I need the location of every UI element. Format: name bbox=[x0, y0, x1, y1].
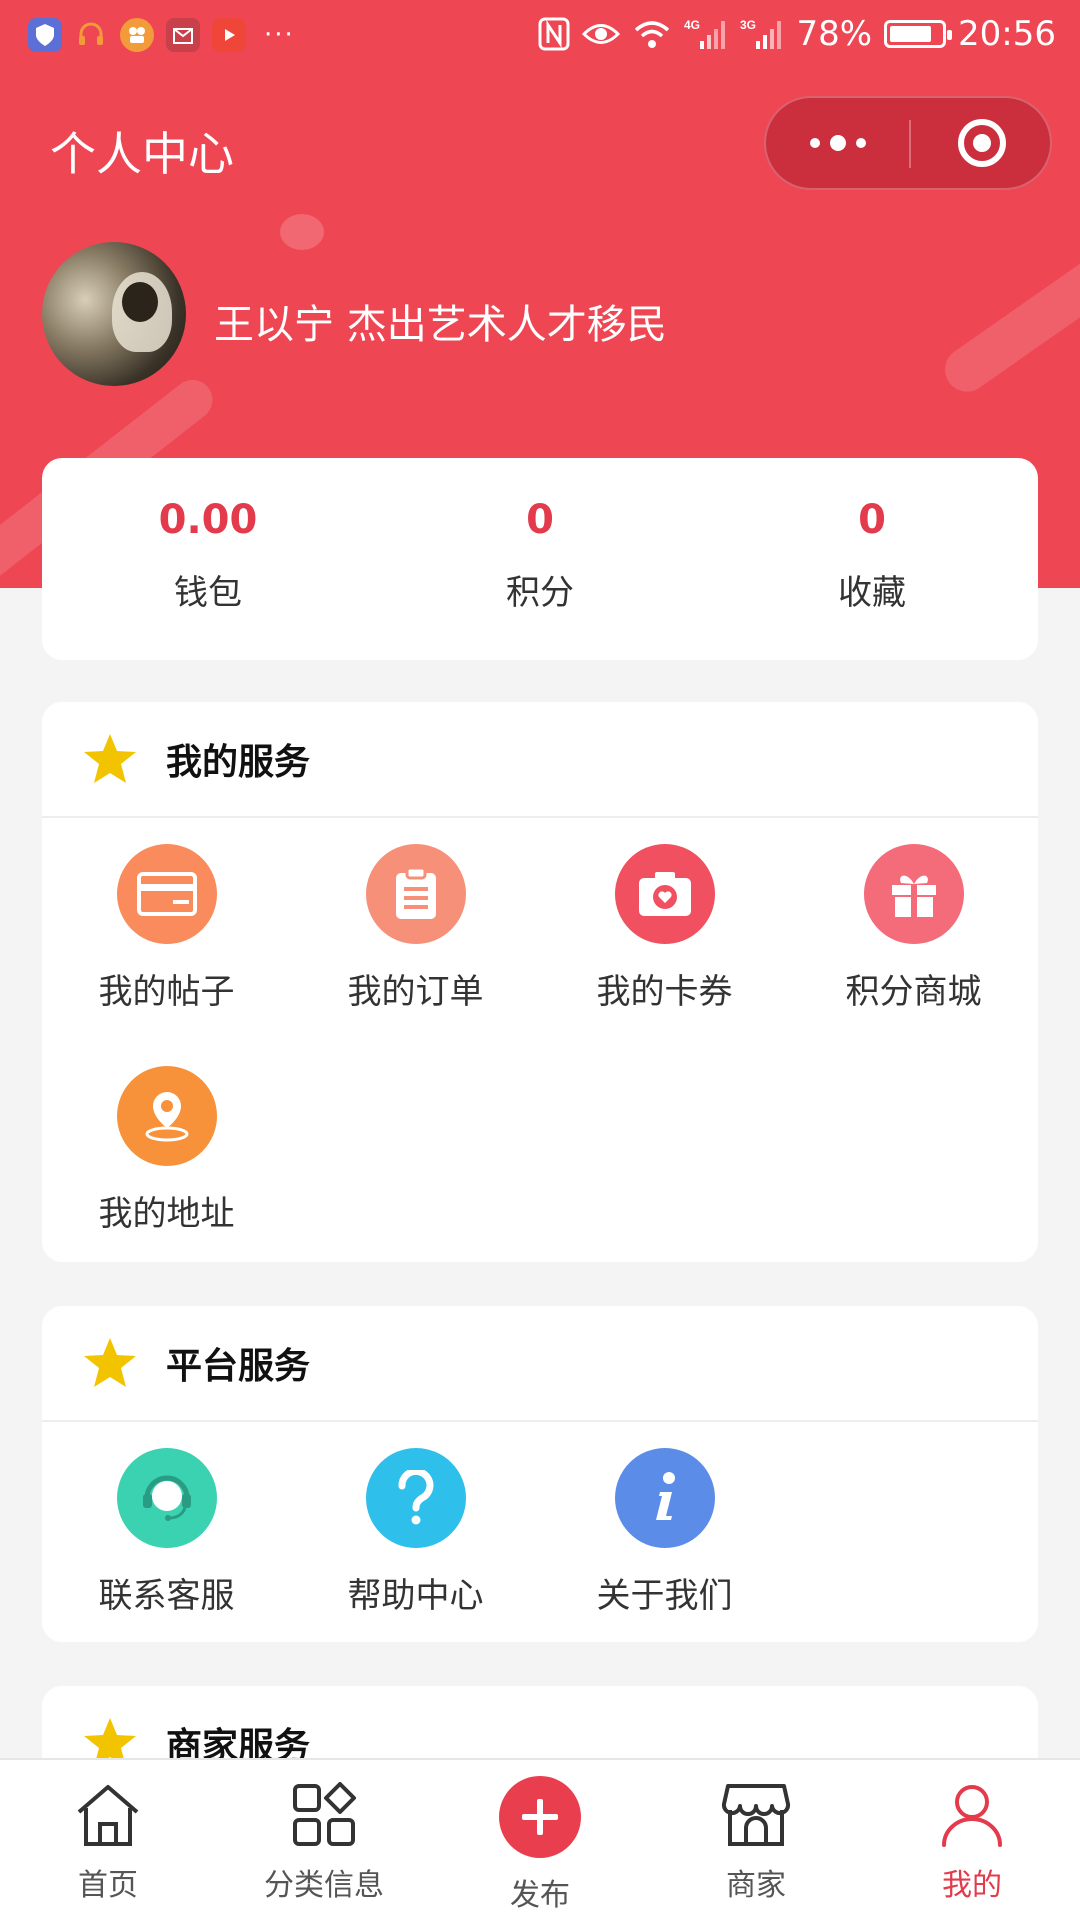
store-icon bbox=[721, 1784, 791, 1846]
my-services-section: 我的服务 我的帖子 我的订单 我的卡券 积分商城 我的地址 bbox=[42, 702, 1038, 1262]
more-notifications-icon: ··· bbox=[264, 20, 295, 50]
camera-icon bbox=[614, 844, 715, 944]
svg-text:4G: 4G bbox=[684, 18, 700, 32]
section-title: 平台服务 bbox=[166, 1346, 311, 1387]
stat-points[interactable]: 0 积分 bbox=[374, 458, 706, 660]
miniprogram-capsule bbox=[764, 96, 1052, 190]
clipboard-icon bbox=[365, 844, 466, 944]
gift-icon bbox=[863, 844, 964, 944]
service-my-orders[interactable]: 我的订单 bbox=[291, 844, 540, 1066]
category-icon bbox=[293, 1782, 356, 1846]
decoration-stripe bbox=[936, 243, 1080, 401]
question-icon bbox=[365, 1448, 466, 1548]
signal-4g-icon: 4G bbox=[684, 18, 726, 49]
tab-label: 我的 bbox=[942, 1868, 1002, 1903]
play-app-icon bbox=[212, 18, 246, 52]
stat-value: 0 bbox=[526, 496, 554, 543]
tab-label: 分类信息 bbox=[264, 1868, 384, 1903]
stat-label: 收藏 bbox=[838, 572, 906, 613]
tab-merchants[interactable]: 商家 bbox=[648, 1760, 864, 1920]
service-label: 我的卡券 bbox=[596, 972, 733, 1012]
plus-icon bbox=[499, 1776, 581, 1858]
my-services-grid: 我的帖子 我的订单 我的卡券 积分商城 我的地址 bbox=[42, 818, 1038, 1262]
avatar[interactable] bbox=[42, 242, 186, 386]
clock: 20:56 bbox=[958, 14, 1056, 54]
service-label: 帮助中心 bbox=[347, 1576, 484, 1616]
stats-card: 0.00 钱包 0 积分 0 收藏 bbox=[42, 458, 1038, 660]
service-contact-support[interactable]: 联系客服 bbox=[42, 1448, 291, 1642]
signal-3g-icon: 3G bbox=[740, 18, 782, 49]
shield-app-icon bbox=[28, 18, 62, 52]
video-app-icon bbox=[120, 18, 154, 52]
headset-icon bbox=[116, 1448, 217, 1548]
stat-favorites[interactable]: 0 收藏 bbox=[706, 458, 1038, 660]
more-menu-button[interactable] bbox=[766, 98, 909, 188]
stat-wallet[interactable]: 0.00 钱包 bbox=[42, 458, 374, 660]
star-icon bbox=[84, 734, 136, 783]
location-icon bbox=[116, 1066, 217, 1166]
stat-value: 0 bbox=[858, 496, 886, 543]
wifi-icon bbox=[635, 21, 670, 48]
service-points-mall[interactable]: 积分商城 bbox=[789, 844, 1038, 1066]
service-label: 我的地址 bbox=[98, 1194, 235, 1234]
svg-text:3G: 3G bbox=[740, 18, 756, 32]
stat-label: 钱包 bbox=[174, 572, 242, 613]
tab-label: 首页 bbox=[78, 1868, 138, 1903]
page-title: 个人中心 bbox=[50, 127, 234, 181]
star-icon bbox=[84, 1338, 136, 1387]
status-bar: ··· 4G 3G 78% 20:56 bbox=[0, 0, 1080, 72]
section-title: 我的服务 bbox=[166, 742, 311, 783]
user-name[interactable]: 王以宁 杰出艺术人才移民 bbox=[214, 292, 667, 350]
section-header: 我的服务 bbox=[42, 702, 1038, 818]
status-indicators: 4G 3G 78% 20:56 bbox=[538, 14, 1056, 54]
headset-app-icon bbox=[74, 18, 108, 52]
service-my-coupons[interactable]: 我的卡券 bbox=[540, 844, 789, 1066]
tab-label: 商家 bbox=[726, 1868, 786, 1903]
user-icon bbox=[942, 1785, 1002, 1847]
platform-services-grid: 联系客服 帮助中心 关于我们 bbox=[42, 1422, 1038, 1642]
card-icon bbox=[116, 844, 217, 944]
section-header: 平台服务 bbox=[42, 1306, 1038, 1422]
nfc-icon bbox=[538, 17, 570, 51]
decoration-bubble bbox=[280, 214, 324, 250]
service-label: 关于我们 bbox=[596, 1576, 733, 1616]
service-label: 我的订单 bbox=[347, 972, 484, 1012]
service-label: 积分商城 bbox=[845, 972, 982, 1012]
service-my-address[interactable]: 我的地址 bbox=[42, 1066, 291, 1262]
tab-publish[interactable]: 发布 bbox=[432, 1760, 648, 1920]
service-my-posts[interactable]: 我的帖子 bbox=[42, 844, 291, 1066]
stat-label: 积分 bbox=[506, 572, 574, 613]
tab-label: 发布 bbox=[510, 1878, 570, 1913]
service-label: 联系客服 bbox=[98, 1576, 235, 1616]
huawei-app-icon bbox=[166, 18, 200, 52]
platform-services-section: 平台服务 联系客服 帮助中心 关于我们 bbox=[42, 1306, 1038, 1642]
service-help-center[interactable]: 帮助中心 bbox=[291, 1448, 540, 1642]
tab-bar: 首页 分类信息 发布 商家 我的 bbox=[0, 1758, 1080, 1920]
home-icon bbox=[77, 1785, 139, 1846]
service-label: 我的帖子 bbox=[98, 972, 235, 1012]
status-notifications: ··· bbox=[28, 18, 295, 52]
tab-categories[interactable]: 分类信息 bbox=[216, 1760, 432, 1920]
target-icon bbox=[957, 119, 1006, 167]
close-miniprogram-button[interactable] bbox=[911, 98, 1052, 188]
battery-percent: 78% bbox=[796, 14, 873, 54]
eye-icon bbox=[582, 24, 621, 44]
tab-mine[interactable]: 我的 bbox=[864, 1760, 1080, 1920]
service-about-us[interactable]: 关于我们 bbox=[540, 1448, 789, 1642]
stat-value: 0.00 bbox=[158, 496, 258, 543]
battery-icon bbox=[884, 20, 953, 48]
tab-home[interactable]: 首页 bbox=[0, 1760, 216, 1920]
info-icon bbox=[614, 1448, 715, 1548]
